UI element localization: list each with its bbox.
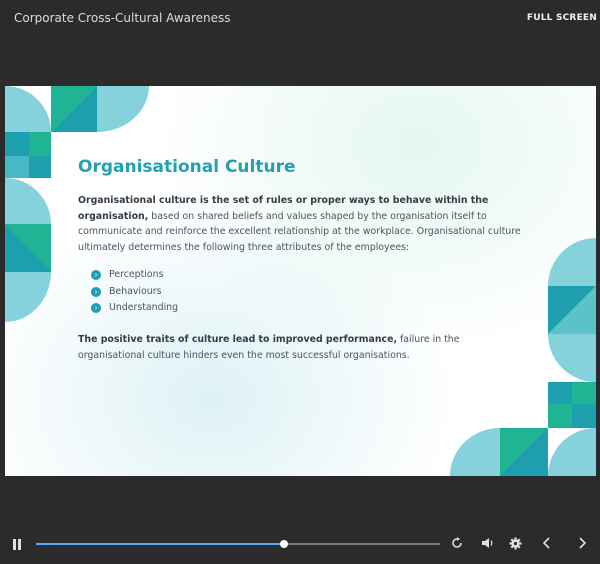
decor-tile: [97, 86, 149, 132]
top-bar: Corporate Cross-Cultural Awareness FULL …: [0, 0, 600, 40]
list-item-label: Behaviours: [109, 285, 162, 297]
player-controls: [0, 530, 600, 560]
pause-icon[interactable]: [12, 539, 22, 550]
intro-paragraph: Organisational culture is the set of rul…: [78, 193, 528, 255]
progress-fill: [36, 543, 285, 545]
decor-tile: [572, 382, 596, 404]
decor-tile: [5, 178, 51, 224]
gear-icon[interactable]: [507, 535, 523, 553]
decor-tile: [51, 86, 97, 132]
decor-tile: [500, 428, 548, 476]
list-item: › Understanding: [91, 300, 178, 317]
decor-tile: [5, 272, 51, 322]
decor-tile: [450, 428, 500, 476]
list-item: › Behaviours: [91, 284, 178, 301]
replay-icon[interactable]: [449, 535, 465, 553]
progress-bar[interactable]: [36, 540, 440, 548]
decor-tile: [548, 286, 596, 334]
decor-tile: [572, 404, 596, 428]
progress-knob[interactable]: [280, 540, 289, 548]
chevron-right-icon[interactable]: [574, 535, 590, 553]
decor-tile: [548, 238, 596, 286]
course-title: Corporate Cross-Cultural Awareness: [14, 11, 231, 25]
attribute-list: › Perceptions › Behaviours › Understanding: [91, 267, 178, 317]
chevron-right-icon: ›: [91, 270, 101, 280]
decor-tile: [5, 224, 51, 272]
decor-tile: [548, 428, 596, 476]
decor-tile: [548, 382, 572, 404]
decor-tile: [548, 334, 596, 382]
volume-icon[interactable]: [479, 535, 495, 553]
decor-tile: [5, 132, 29, 156]
slide-title: Organisational Culture: [78, 157, 296, 177]
slide-canvas: Organisational Culture Organisational cu…: [5, 86, 596, 476]
fullscreen-button[interactable]: FULL SCREEN: [527, 13, 597, 23]
chevron-left-icon[interactable]: [539, 535, 555, 553]
list-item: › Perceptions: [91, 267, 178, 284]
decor-tile: [29, 156, 51, 178]
list-item-label: Perceptions: [109, 269, 164, 280]
list-item-label: Understanding: [109, 302, 179, 313]
chevron-right-icon: ›: [91, 303, 101, 313]
decor-tile: [548, 404, 572, 428]
conclusion-bold: The positive traits of culture lead to i…: [78, 334, 398, 345]
decor-tile: [5, 86, 51, 132]
conclusion-paragraph: The positive traits of culture lead to i…: [78, 332, 528, 363]
chevron-right-icon: ›: [91, 286, 101, 297]
decor-tile: [5, 156, 29, 178]
decor-tile: [29, 132, 51, 156]
